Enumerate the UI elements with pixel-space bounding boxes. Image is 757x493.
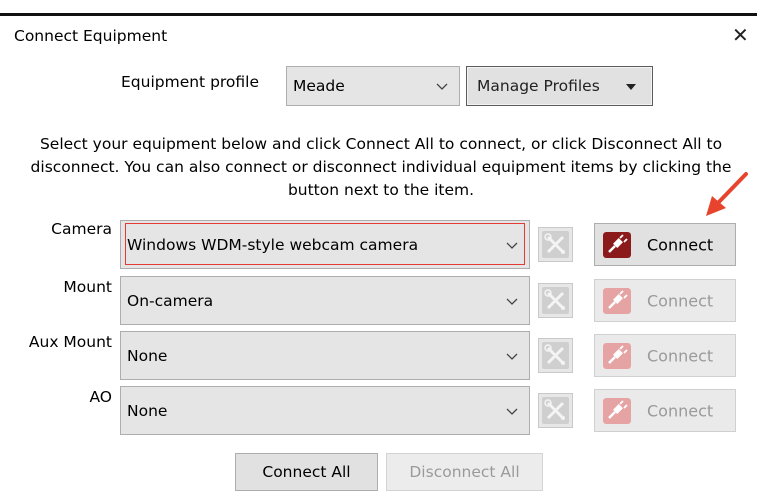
manage-profiles-label: Manage Profiles [477,77,600,95]
chevron-down-icon [506,353,518,360]
annotation-arrow-icon [706,172,748,216]
mount-setup-button[interactable] [538,283,573,318]
tools-icon [542,342,569,369]
plug-icon [603,398,631,424]
camera-connect-button[interactable]: Connect [594,223,736,266]
aux-mount-value: None [127,346,168,365]
ao-value: None [127,401,168,420]
ao-label: AO [89,388,112,406]
disconnect-all-label: Disconnect All [409,463,520,481]
ao-connect-button: Connect [594,389,736,432]
chevron-down-icon [506,242,518,249]
caret-down-icon [626,84,636,90]
close-icon[interactable]: ✕ [732,24,749,46]
mount-label: Mount [63,278,112,296]
ao-setup-button[interactable] [538,393,573,428]
camera-connect-label: Connect [647,235,714,254]
instructions-text: Select your equipment below and click Co… [30,135,732,199]
disconnect-all-button: Disconnect All [386,453,543,491]
mount-select[interactable]: On-camera [120,276,530,325]
equipment-profile-select[interactable]: Meade [286,66,460,106]
equipment-profile-value: Meade [293,77,345,95]
plug-icon [603,288,631,314]
tools-icon [542,287,569,314]
window-title: Connect Equipment [14,27,168,45]
chevron-down-icon [436,83,448,90]
plug-icon [603,343,631,369]
connect-all-button[interactable]: Connect All [235,453,378,491]
mount-value: On-camera [127,291,214,310]
chevron-down-icon [506,408,518,415]
aux-mount-connect-label: Connect [647,346,714,365]
equipment-profile-label: Equipment profile [121,73,260,91]
aux-mount-connect-button: Connect [594,334,736,377]
camera-setup-button[interactable] [538,227,573,262]
mount-connect-label: Connect [647,291,714,310]
ao-connect-label: Connect [647,401,714,420]
title-bar-border [0,13,757,16]
camera-value: Windows WDM-style webcam camera [127,235,419,254]
aux-mount-setup-button[interactable] [538,338,573,373]
tools-icon [542,231,569,258]
camera-select[interactable]: Windows WDM-style webcam camera [120,220,530,269]
aux-mount-label: Aux Mount [28,333,112,351]
mount-connect-button: Connect [594,279,736,322]
chevron-down-icon [506,298,518,305]
connect-all-label: Connect All [262,463,351,481]
aux-mount-select[interactable]: None [120,331,530,380]
camera-label: Camera [51,220,112,238]
manage-profiles-button[interactable]: Manage Profiles [466,66,653,106]
plug-icon [603,232,631,258]
ao-select[interactable]: None [120,386,530,435]
tools-icon [542,397,569,424]
